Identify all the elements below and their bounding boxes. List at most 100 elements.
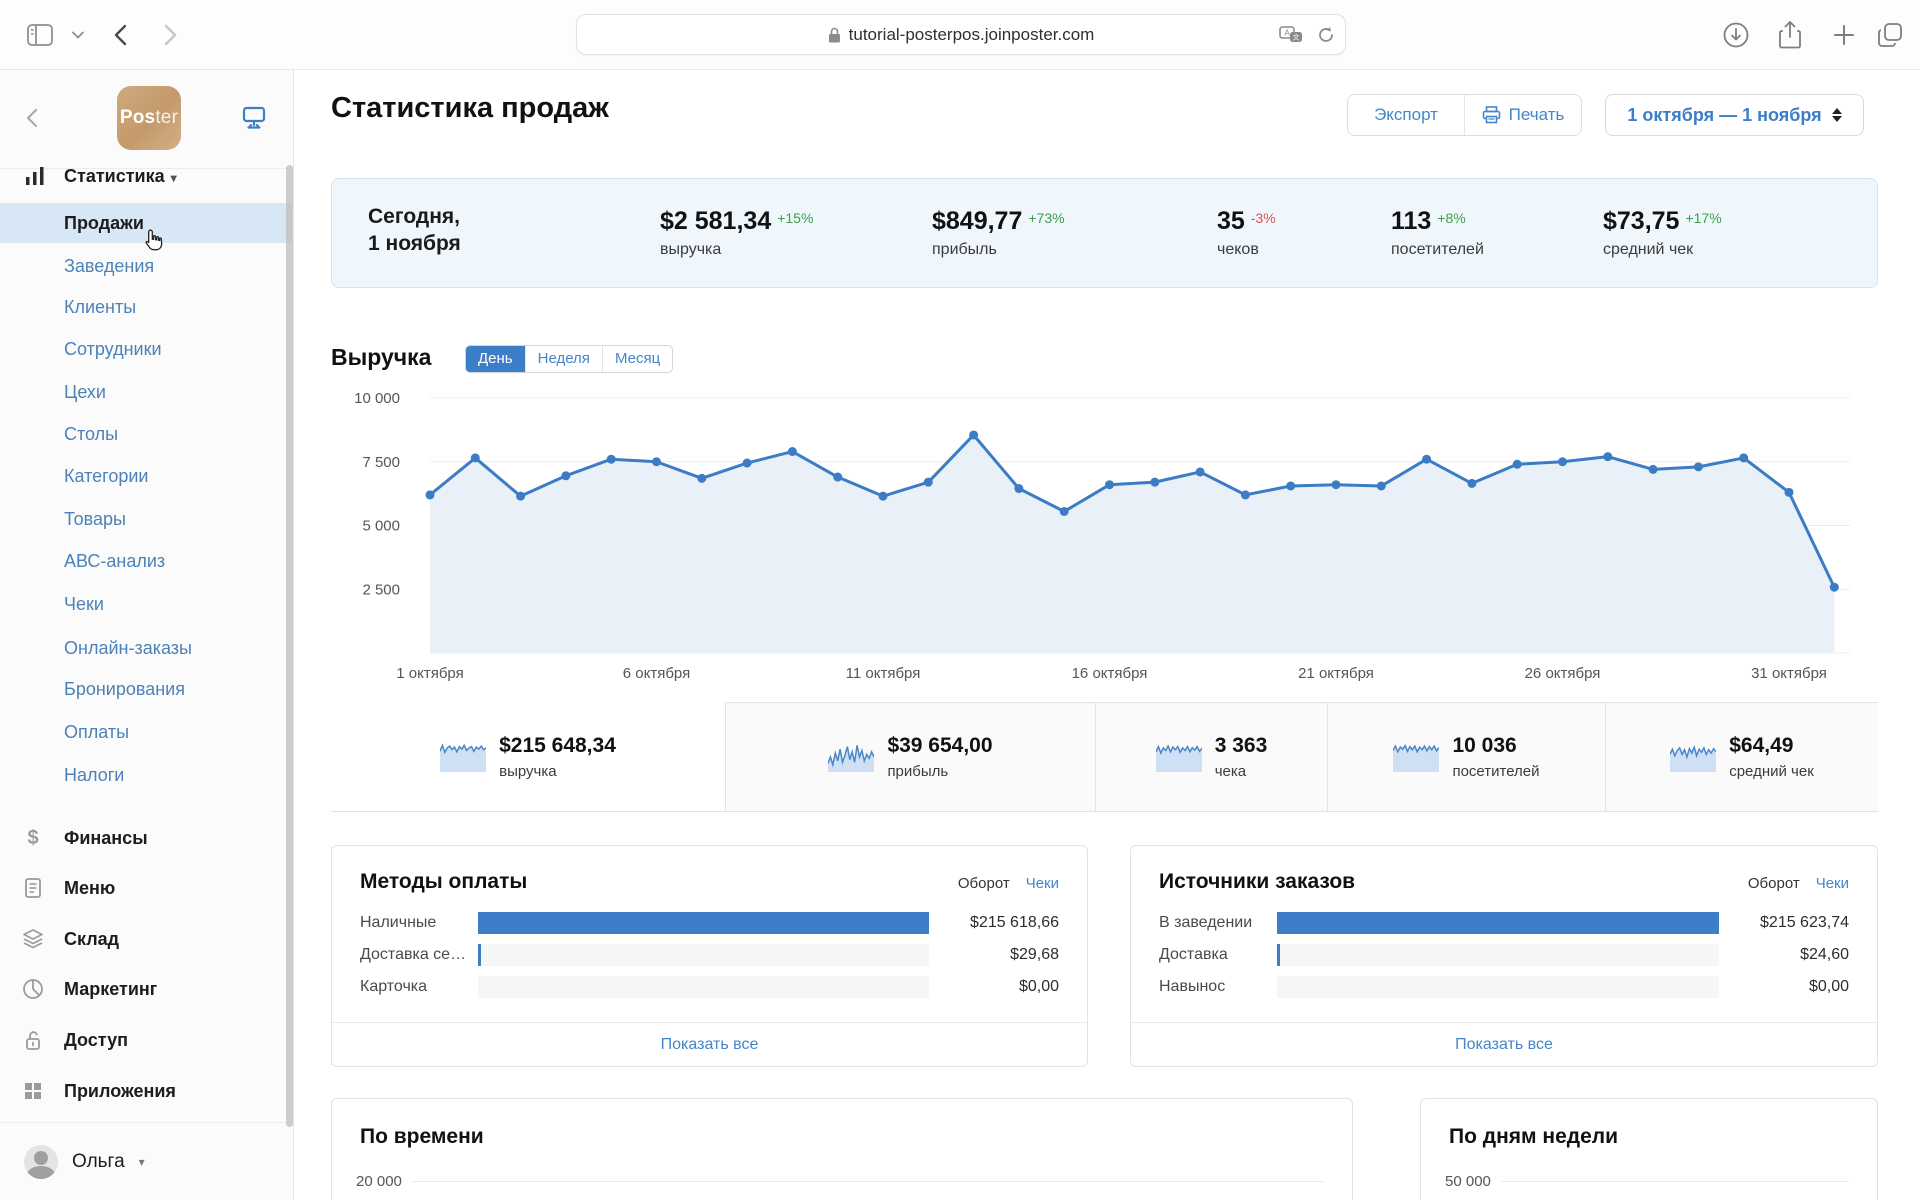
sidebar-item-marketing[interactable]: Маркетинг xyxy=(0,968,292,1010)
bar-track xyxy=(478,976,929,998)
sidebar-item-klienty[interactable]: Клиенты xyxy=(0,286,292,328)
delta-badge: -3% xyxy=(1250,210,1276,226)
receipts-sparkline-icon xyxy=(1155,744,1202,772)
sidebar-item-prilozheniya[interactable]: Приложения xyxy=(0,1070,292,1112)
export-print-group: Экспорт Печать xyxy=(1347,94,1582,136)
show-all-link[interactable]: Показать все xyxy=(332,1022,1087,1066)
toggle-turnover[interactable]: Оборот xyxy=(958,875,1010,892)
svg-text:$: $ xyxy=(27,827,38,849)
sidebar-item-stoly[interactable]: Столы xyxy=(0,413,292,455)
tab-week[interactable]: Неделя xyxy=(524,346,602,372)
browser-chrome: tutorial-posterpos.joinposter.com A文 xyxy=(0,0,1920,70)
delta-badge: +15% xyxy=(777,210,814,226)
poster-logo[interactable]: Pos ter xyxy=(117,86,181,150)
y-axis-row: 20 000 xyxy=(356,1173,1324,1190)
dollar-icon: $ xyxy=(27,827,38,849)
period-tabs: День Неделя Месяц xyxy=(465,345,674,373)
lock-icon xyxy=(828,27,840,42)
sidebar-item-menyu[interactable]: Меню xyxy=(0,867,292,909)
bar-fill xyxy=(1277,944,1280,966)
sidebar-scrollbar[interactable] xyxy=(286,165,293,1127)
summary-date: Сегодня, 1 ноября xyxy=(368,205,461,255)
sidebar-item-statistika[interactable]: Статистика ▾ xyxy=(0,155,292,197)
show-all-link[interactable]: Показать все xyxy=(1131,1022,1877,1066)
metric-cell-visitors[interactable]: 10 036 посетителей xyxy=(1327,702,1605,811)
user-menu[interactable]: Ольга ▾ xyxy=(0,1141,293,1183)
sidebar-item-sotrudniki[interactable]: Сотрудники xyxy=(0,328,292,370)
svg-text:7 500: 7 500 xyxy=(362,454,400,471)
revenue-sparkline-icon xyxy=(440,742,487,772)
url-text: tutorial-posterpos.joinposter.com xyxy=(848,24,1095,44)
toggle-turnover[interactable]: Оборот xyxy=(1748,875,1800,892)
sidebar-item-finansy[interactable]: $ Финансы xyxy=(0,817,292,859)
tab-month[interactable]: Месяц xyxy=(601,346,672,372)
svg-text:5 000: 5 000 xyxy=(362,518,400,535)
source-row-inhouse: В заведении $215 623,74 xyxy=(1159,912,1849,934)
downloads-icon[interactable] xyxy=(1718,17,1754,53)
bar-chart-icon xyxy=(26,167,44,185)
profit-sparkline-icon xyxy=(828,745,875,772)
sidebar-item-nalogi[interactable]: Налоги xyxy=(0,754,292,796)
user-chevron-down-icon: ▾ xyxy=(138,1155,145,1169)
layers-icon xyxy=(23,929,43,949)
unlock-icon xyxy=(26,1031,40,1050)
bar-track xyxy=(478,912,929,934)
sidebar-item-dostup[interactable]: Доступ xyxy=(0,1019,292,1061)
page-title: Статистика продаж xyxy=(331,92,609,124)
toggle-receipts[interactable]: Чеки xyxy=(1026,875,1059,892)
sidebar: Pos ter Статистика ▾ Продажи Заведения Кли… xyxy=(0,70,294,1200)
export-button[interactable]: Экспорт xyxy=(1348,95,1464,135)
sidebar-toggle-icon[interactable] xyxy=(22,17,58,53)
delta-badge: +73% xyxy=(1028,210,1065,226)
sidebar-item-tovary[interactable]: Товары xyxy=(0,498,292,540)
toggle-receipts[interactable]: Чеки xyxy=(1816,875,1849,892)
url-bar[interactable]: tutorial-posterpos.joinposter.com A文 xyxy=(576,14,1346,55)
pos-terminal-icon[interactable] xyxy=(236,100,272,136)
share-icon[interactable] xyxy=(1772,17,1808,53)
payment-methods-panel: Методы оплаты Оборот Чеки Наличные $215 … xyxy=(331,845,1088,1067)
sidebar-item-oplaty[interactable]: Оплаты xyxy=(0,711,292,753)
by-weekday-panel: По дням недели 50 000 xyxy=(1420,1098,1878,1200)
select-arrows-icon xyxy=(1831,108,1842,122)
svg-text:31 октября: 31 октября xyxy=(1751,665,1827,682)
date-range-select[interactable]: 1 октября — 1 ноября xyxy=(1605,94,1864,136)
sidebar-item-bronirovaniya[interactable]: Бронирования xyxy=(0,668,292,710)
revenue-chart-title: Выручка xyxy=(331,344,432,370)
source-row-takeaway: Навынос $0,00 xyxy=(1159,976,1849,998)
sidebar-item-abc-analiz[interactable]: АВС-анализ xyxy=(0,540,292,582)
reload-icon[interactable] xyxy=(1317,26,1335,44)
forward-icon[interactable] xyxy=(152,17,188,53)
metric-cell-profit[interactable]: $39 654,00 прибыль xyxy=(725,702,1095,811)
panel-title: Источники заказов xyxy=(1159,870,1356,893)
metric-cell-revenue[interactable]: $215 648,34 выручка xyxy=(331,702,725,811)
order-sources-panel: Источники заказов Оборот Чеки В заведени… xyxy=(1130,845,1878,1067)
toolbar-chevron-down-icon[interactable] xyxy=(60,17,96,53)
delta-badge: +8% xyxy=(1437,210,1466,226)
bar-fill xyxy=(478,944,481,966)
grid-icon xyxy=(25,1083,41,1099)
revenue-chart: 2 500 5 000 7 500 10 000 1 октября 6 октября 1… xyxy=(354,390,1850,682)
today-summary-card: Сегодня, 1 ноября $2 581,34 +15% выручка $… xyxy=(331,178,1878,288)
pie-chart-icon xyxy=(23,979,43,999)
metric-cell-receipts[interactable]: 3 363 чека xyxy=(1095,702,1327,811)
avatar xyxy=(24,1145,58,1179)
panel-title: По времени xyxy=(360,1125,484,1148)
sidebar-item-onlayn-zakazy[interactable]: Онлайн-заказы xyxy=(0,627,292,669)
tab-overview-icon[interactable] xyxy=(1872,17,1908,53)
main-content: Статистика продаж Экспорт Печать 1 октяб… xyxy=(294,70,1920,1200)
svg-text:2 500: 2 500 xyxy=(362,581,400,598)
translate-icon[interactable]: A文 xyxy=(1279,25,1303,44)
sidebar-item-tsekhi[interactable]: Цехи xyxy=(0,371,292,413)
collapse-sidebar-icon[interactable] xyxy=(14,100,50,136)
new-tab-icon[interactable] xyxy=(1826,17,1862,53)
metric-cell-avg-receipt[interactable]: $64,49 средний чек xyxy=(1605,702,1878,811)
tab-day[interactable]: День xyxy=(466,346,525,372)
back-icon[interactable] xyxy=(102,17,138,53)
sidebar-item-kategorii[interactable]: Категории xyxy=(0,455,292,497)
cursor-hand-icon xyxy=(145,229,163,251)
payment-row-delivery: Доставка сер… $29,68 xyxy=(360,944,1059,966)
sidebar-item-cheki[interactable]: Чеки xyxy=(0,583,292,625)
print-button[interactable]: Печать xyxy=(1464,95,1581,135)
sidebar-item-sklad[interactable]: Склад xyxy=(0,918,292,960)
svg-text:6 октября: 6 октября xyxy=(623,665,690,682)
